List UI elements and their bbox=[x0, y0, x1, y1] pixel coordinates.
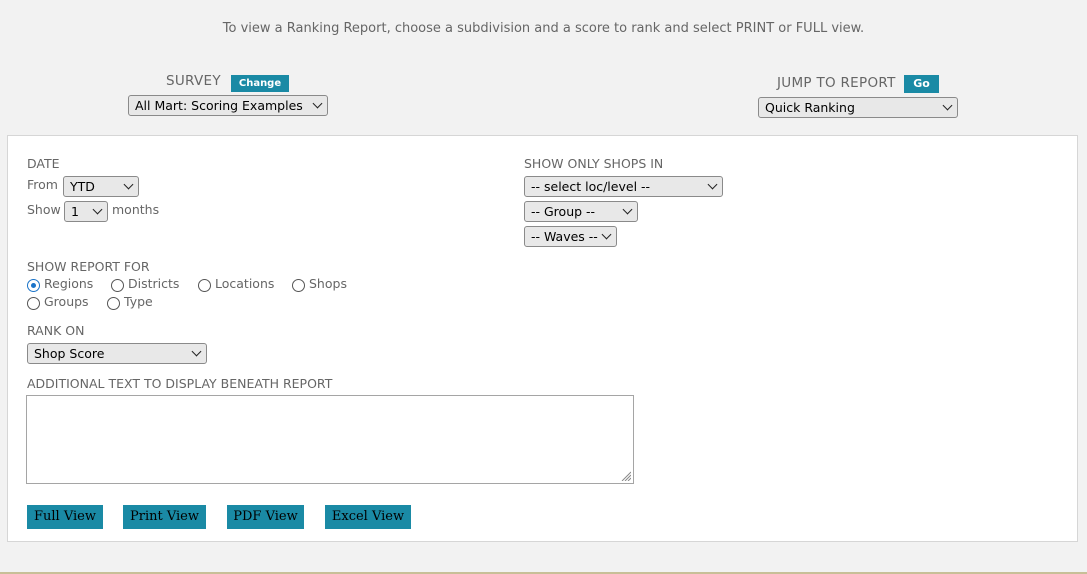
from-select[interactable]: YTD bbox=[63, 176, 139, 197]
chevron-down-icon bbox=[312, 98, 323, 109]
waves-value: -- Waves -- bbox=[531, 229, 598, 244]
excel-view-button[interactable]: Excel View bbox=[325, 505, 411, 529]
radio-groups[interactable] bbox=[27, 297, 40, 310]
print-view-button[interactable]: Print View bbox=[123, 505, 206, 529]
chevron-down-icon bbox=[191, 346, 202, 357]
full-view-button[interactable]: Full View bbox=[27, 505, 103, 529]
jump-to-report-label: JUMP TO REPORT bbox=[777, 75, 896, 91]
survey-select[interactable]: All Mart: Scoring Examples bbox=[128, 95, 328, 116]
from-label: From bbox=[27, 177, 58, 192]
radio-shops[interactable] bbox=[292, 279, 305, 292]
months-label: months bbox=[112, 202, 160, 217]
rank-on-select[interactable]: Shop Score bbox=[27, 343, 207, 364]
rank-on-heading: RANK ON bbox=[27, 323, 85, 338]
jump-to-report-select[interactable]: Quick Ranking bbox=[758, 97, 958, 118]
chevron-down-icon bbox=[707, 179, 718, 190]
survey-label: SURVEY bbox=[166, 73, 221, 89]
survey-select-value: All Mart: Scoring Examples bbox=[135, 98, 303, 113]
chevron-down-icon bbox=[942, 100, 953, 111]
radio-type-label: Type bbox=[124, 294, 153, 309]
months-count-select[interactable]: 1 bbox=[64, 201, 108, 222]
intro-text: To view a Ranking Report, choose a subdi… bbox=[222, 21, 865, 36]
group-select[interactable]: -- Group -- bbox=[524, 201, 638, 222]
additional-text-heading: ADDITIONAL TEXT TO DISPLAY BENEATH REPOR… bbox=[27, 376, 333, 391]
radio-type[interactable] bbox=[107, 297, 120, 310]
radio-locations[interactable] bbox=[198, 279, 211, 292]
radio-districts-label: Districts bbox=[128, 276, 180, 291]
waves-select[interactable]: -- Waves -- bbox=[524, 226, 617, 247]
months-count-value: 1 bbox=[71, 204, 79, 219]
chevron-down-icon bbox=[92, 204, 103, 215]
chevron-down-icon bbox=[601, 229, 612, 240]
from-select-value: YTD bbox=[70, 179, 95, 194]
radio-groups-label: Groups bbox=[44, 294, 89, 309]
radio-districts[interactable] bbox=[111, 279, 124, 292]
chevron-down-icon bbox=[123, 179, 134, 190]
rank-on-value: Shop Score bbox=[34, 346, 105, 361]
show-label: Show bbox=[27, 202, 61, 217]
pdf-view-button[interactable]: PDF View bbox=[227, 505, 304, 529]
radio-locations-label: Locations bbox=[215, 276, 275, 291]
resize-handle-icon[interactable] bbox=[621, 471, 631, 481]
date-heading: DATE bbox=[27, 156, 60, 171]
show-only-shops-heading: SHOW ONLY SHOPS IN bbox=[524, 156, 664, 171]
go-button[interactable]: Go bbox=[904, 75, 939, 93]
radio-regions-label: Regions bbox=[44, 276, 94, 291]
loc-level-value: -- select loc/level -- bbox=[531, 179, 651, 194]
radio-regions[interactable] bbox=[27, 279, 40, 292]
group-value: -- Group -- bbox=[531, 204, 596, 219]
radio-shops-label: Shops bbox=[309, 276, 347, 291]
chevron-down-icon bbox=[622, 204, 633, 215]
change-survey-button[interactable]: Change bbox=[231, 75, 289, 92]
show-report-for-heading: SHOW REPORT FOR bbox=[27, 259, 150, 274]
jump-select-value: Quick Ranking bbox=[765, 100, 855, 115]
additional-text-area[interactable] bbox=[26, 395, 634, 484]
loc-level-select[interactable]: -- select loc/level -- bbox=[524, 176, 723, 197]
